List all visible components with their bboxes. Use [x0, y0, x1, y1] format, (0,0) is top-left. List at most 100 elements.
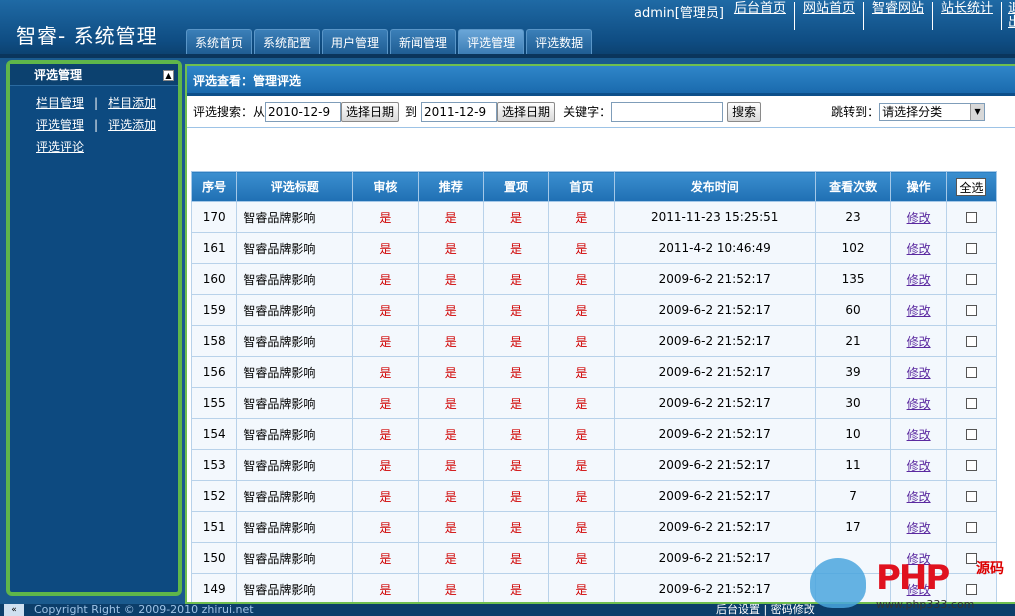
col-home: 首页 — [548, 171, 615, 202]
row-home: 是 — [548, 480, 615, 512]
table-row: 158 智睿品牌影响是是是是 2009-6-2 21:52:17 21 修改 — [190, 325, 998, 357]
row-top: 是 — [482, 356, 550, 388]
main-nav: 系统首页 系统配置 用户管理 新闻管理 评选管理 评选数据 — [186, 29, 594, 55]
edit-link[interactable]: 修改 — [890, 232, 947, 264]
row-recommend: 是 — [417, 511, 484, 543]
link-site-home[interactable]: 网站首页 — [793, 2, 863, 30]
col-select: 全选 — [945, 171, 998, 202]
col-time: 发布时间 — [613, 171, 816, 202]
edit-link[interactable]: 修改 — [890, 201, 947, 233]
row-title: 智睿品牌影响 — [236, 263, 354, 295]
row-home: 是 — [548, 325, 615, 357]
row-checkbox[interactable] — [965, 398, 977, 409]
row-checkbox[interactable] — [965, 336, 977, 347]
edit-link[interactable]: 修改 — [890, 263, 947, 295]
sidebar-item-column-management[interactable]: 栏目管理 — [36, 92, 84, 114]
row-title: 智睿品牌影响 — [236, 511, 354, 543]
row-checkbox[interactable] — [965, 429, 977, 440]
sidebar-item-selection-comments[interactable]: 评选评论 — [36, 136, 84, 158]
row-id: 158 — [190, 325, 238, 357]
tab-system-home[interactable]: 系统首页 — [186, 29, 253, 55]
row-home: 是 — [548, 418, 615, 450]
link-admin-home[interactable]: 后台首页 — [730, 2, 794, 30]
row-audit: 是 — [352, 325, 419, 357]
table-row: 155 智睿品牌影响是是是是 2009-6-2 21:52:17 30 修改 — [190, 387, 998, 419]
tab-news-management[interactable]: 新闻管理 — [390, 29, 457, 55]
tab-selection-data[interactable]: 评选数据 — [526, 29, 593, 55]
row-checkbox[interactable] — [965, 243, 977, 254]
link-zhirui-site[interactable]: 智睿网站 — [862, 2, 932, 30]
row-id: 150 — [190, 542, 238, 574]
row-recommend: 是 — [417, 232, 484, 264]
row-select-cell — [945, 418, 998, 450]
search-button[interactable]: 搜索 — [727, 101, 762, 122]
col-title: 评选标题 — [236, 171, 354, 202]
edit-link[interactable]: 修改 — [890, 294, 947, 326]
pick-from-date-button[interactable]: 选择日期 — [341, 101, 400, 122]
row-recommend: 是 — [417, 418, 484, 450]
edit-link[interactable]: 修改 — [890, 511, 947, 543]
row-top: 是 — [482, 542, 550, 574]
edit-link[interactable]: 修改 — [890, 387, 947, 419]
row-checkbox[interactable] — [965, 305, 977, 316]
copyright: Copyright Right © 2009-2010 zhirui.net — [34, 604, 254, 616]
row-checkbox[interactable] — [965, 212, 977, 223]
edit-link[interactable]: 修改 — [890, 356, 947, 388]
back-icon[interactable]: « — [4, 604, 24, 616]
table-row: 152 智睿品牌影响是是是是 2009-6-2 21:52:17 7 修改 — [190, 480, 998, 512]
row-time: 2009-6-2 21:52:17 — [613, 387, 816, 419]
select-all-button[interactable]: 全选 — [956, 177, 987, 196]
row-audit: 是 — [352, 232, 419, 264]
row-checkbox[interactable] — [965, 491, 977, 502]
row-home: 是 — [548, 263, 615, 295]
footer-links[interactable]: 后台设置 | 密码修改 — [716, 604, 815, 616]
row-checkbox[interactable] — [965, 274, 977, 285]
row-time: 2009-6-2 21:52:17 — [613, 294, 816, 326]
row-home: 是 — [548, 511, 615, 543]
row-views: 10 — [814, 418, 892, 450]
row-time: 2009-6-2 21:52:17 — [613, 356, 816, 388]
tab-system-config[interactable]: 系统配置 — [254, 29, 321, 55]
col-recommend: 推荐 — [417, 171, 484, 202]
row-time: 2009-6-2 21:52:17 — [613, 325, 816, 357]
row-checkbox[interactable] — [965, 367, 977, 378]
row-title: 智睿品牌影响 — [236, 356, 354, 388]
row-views: 17 — [814, 511, 892, 543]
edit-link[interactable]: 修改 — [890, 418, 947, 450]
row-time: 2009-6-2 21:52:17 — [613, 418, 816, 450]
sidebar-item-column-add[interactable]: 栏目添加 — [108, 92, 156, 114]
row-select-cell — [945, 263, 998, 295]
row-home: 是 — [548, 542, 615, 574]
to-date-input[interactable] — [421, 101, 498, 122]
watermark: PHP 源码 www.php333.com — [806, 552, 1011, 612]
row-select-cell — [945, 294, 998, 326]
link-stats[interactable]: 站长统计 — [931, 2, 1001, 30]
table-row: 160 智睿品牌影响是是是是 2009-6-2 21:52:17 135 修改 — [190, 263, 998, 295]
row-id: 154 — [190, 418, 238, 450]
sidebar-item-selection-add[interactable]: 评选添加 — [108, 114, 156, 136]
edit-link[interactable]: 修改 — [890, 480, 947, 512]
tab-selection-management[interactable]: 评选管理 — [458, 29, 525, 55]
from-date-input[interactable] — [265, 101, 342, 122]
page-title: 评选查看：管理评选 — [187, 66, 1015, 96]
row-id: 153 — [190, 449, 238, 481]
row-title: 智睿品牌影响 — [236, 201, 354, 233]
tab-user-management[interactable]: 用户管理 — [322, 29, 389, 55]
edit-link[interactable]: 修改 — [890, 325, 947, 357]
collapse-icon[interactable]: ▲ — [163, 70, 174, 81]
row-checkbox[interactable] — [965, 460, 977, 471]
main-panel: 评选查看：管理评选 评选搜索：从 选择日期 到 选择日期 关键字： 搜索 跳转到… — [185, 64, 1015, 604]
link-exit[interactable]: 退出 — [1001, 2, 1015, 30]
table-row: 154 智睿品牌影响是是是是 2009-6-2 21:52:17 10 修改 — [190, 418, 998, 450]
keyword-input[interactable] — [611, 101, 724, 122]
row-recommend: 是 — [417, 356, 484, 388]
row-checkbox[interactable] — [965, 522, 977, 533]
row-home: 是 — [548, 201, 615, 233]
row-select-cell — [945, 449, 998, 481]
table-row: 159 智睿品牌影响是是是是 2009-6-2 21:52:17 60 修改 — [190, 294, 998, 326]
sidebar-item-selection-management[interactable]: 评选管理 — [36, 114, 84, 136]
category-select[interactable]: 请选择分类 ▼ — [879, 102, 986, 121]
pick-to-date-button[interactable]: 选择日期 — [497, 101, 556, 122]
edit-link[interactable]: 修改 — [890, 449, 947, 481]
row-id: 170 — [190, 201, 238, 233]
